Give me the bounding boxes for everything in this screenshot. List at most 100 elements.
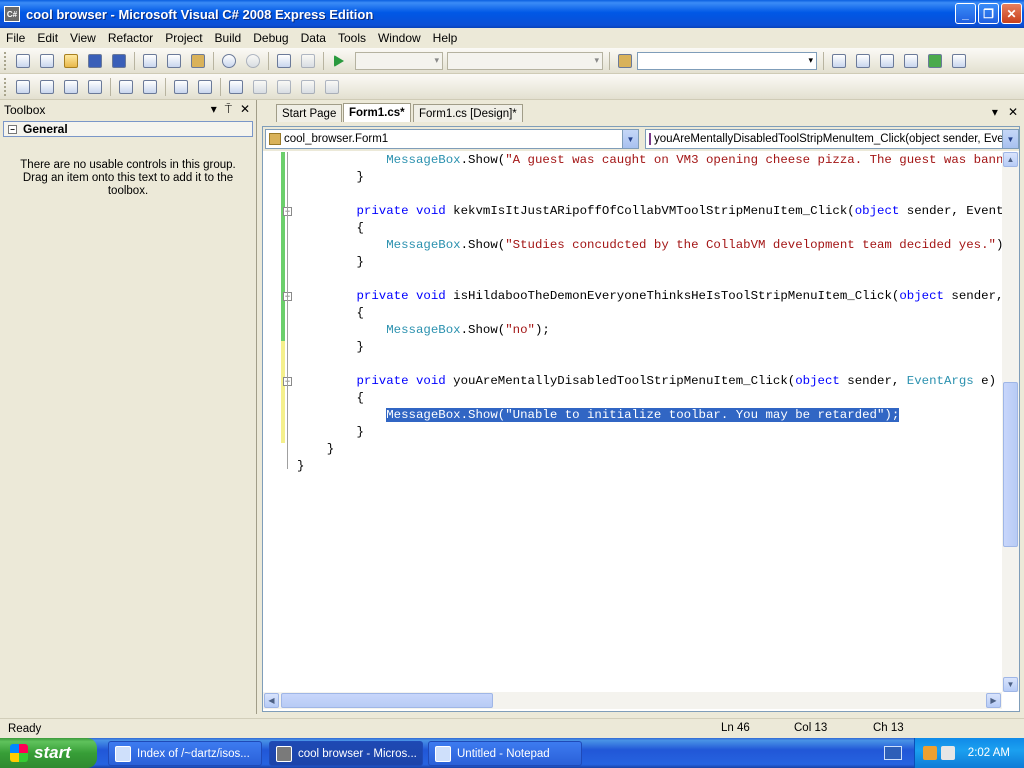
navigate-forward-button[interactable] xyxy=(297,51,319,71)
increase-indent-button[interactable] xyxy=(139,77,161,97)
window-position-dropdown-icon[interactable]: ▾ xyxy=(211,102,217,117)
clock[interactable]: 2:02 AM xyxy=(968,747,1010,759)
horizontal-scrollbar[interactable]: ◀ ▶ xyxy=(263,692,1002,709)
open-file-button[interactable] xyxy=(60,51,82,71)
keyboard-language-icon[interactable] xyxy=(884,746,902,760)
code-line[interactable]: { xyxy=(297,220,364,237)
toolbar-grip[interactable] xyxy=(4,77,7,96)
menu-refactor[interactable]: Refactor xyxy=(102,31,159,45)
task-visual-csharp[interactable]: cool browser - Micros... xyxy=(269,741,423,766)
solution-platform-combo[interactable]: ▾ xyxy=(447,51,603,70)
uncomment-button[interactable] xyxy=(194,77,216,97)
active-files-dropdown-icon[interactable]: ▾ xyxy=(992,105,998,119)
types-combo[interactable]: cool_browser.Form1 ▼ xyxy=(265,129,639,149)
code-line[interactable]: { xyxy=(297,390,364,407)
copy-button[interactable] xyxy=(163,51,185,71)
code-line[interactable]: MessageBox.Show("no"); xyxy=(297,322,550,339)
scroll-left-icon[interactable]: ◀ xyxy=(264,693,279,708)
menu-data[interactable]: Data xyxy=(295,31,332,45)
tab-form1-design[interactable]: Form1.cs [Design]* xyxy=(413,104,523,122)
code-line[interactable]: private void youAreMentallyDisabledToolS… xyxy=(297,373,997,390)
scroll-right-icon[interactable]: ▶ xyxy=(986,693,1001,708)
previous-bookmark-folder-button[interactable] xyxy=(297,77,319,97)
toolbar-grip[interactable] xyxy=(4,51,7,70)
navigate-backward-button[interactable] xyxy=(273,51,295,71)
code-line[interactable]: } xyxy=(297,458,304,475)
menu-debug[interactable]: Debug xyxy=(247,31,294,45)
volume-icon[interactable] xyxy=(941,746,955,760)
code-line[interactable]: } xyxy=(297,424,364,441)
add-item-button[interactable] xyxy=(36,51,58,71)
minimize-button[interactable]: _ xyxy=(955,3,976,24)
quick-info-button[interactable] xyxy=(60,77,82,97)
next-bookmark-button[interactable] xyxy=(273,77,295,97)
other-windows-button[interactable] xyxy=(948,51,970,71)
code-line[interactable]: private void isHildabooTheDemonEveryoneT… xyxy=(297,288,1003,305)
menu-window[interactable]: Window xyxy=(372,31,427,45)
code-line[interactable]: } xyxy=(297,254,364,271)
horizontal-scroll-thumb[interactable] xyxy=(281,693,493,708)
toggle-bookmark-button[interactable] xyxy=(225,77,247,97)
scroll-up-icon[interactable]: ▲ xyxy=(1003,152,1018,167)
save-button[interactable] xyxy=(84,51,106,71)
menu-tools[interactable]: Tools xyxy=(332,31,372,45)
toolbox-close-icon[interactable]: ✕ xyxy=(240,102,250,117)
undo-button[interactable] xyxy=(218,51,240,71)
vertical-scroll-thumb[interactable] xyxy=(1003,382,1018,547)
start-button[interactable]: start xyxy=(0,738,97,768)
solution-configuration-combo[interactable]: ▾ xyxy=(355,51,443,70)
menu-build[interactable]: Build xyxy=(209,31,248,45)
find-in-files-button[interactable] xyxy=(614,51,636,71)
display-object-member-list-button[interactable] xyxy=(12,77,34,97)
saved-changes-marker xyxy=(281,152,285,350)
menu-project[interactable]: Project xyxy=(159,31,208,45)
task-notepad[interactable]: Untitled - Notepad xyxy=(428,741,582,766)
code-line[interactable]: MessageBox.Show("Unable to initialize to… xyxy=(297,407,900,424)
code-line[interactable]: MessageBox.Show("A guest was caught on V… xyxy=(297,152,1002,169)
menu-view[interactable]: View xyxy=(64,31,102,45)
menu-file[interactable]: File xyxy=(0,31,31,45)
auto-hide-pin-icon[interactable]: ⍑ xyxy=(225,102,232,117)
previous-bookmark-button[interactable] xyxy=(249,77,271,97)
find-combo[interactable]: ▾ xyxy=(637,51,817,70)
code-line[interactable]: { xyxy=(297,305,364,322)
comment-out-button[interactable] xyxy=(170,77,192,97)
cut-button[interactable] xyxy=(139,51,161,71)
properties-button[interactable] xyxy=(852,51,874,71)
code-area[interactable]: MessageBox.Show("A guest was caught on V… xyxy=(263,152,1002,692)
redo-button[interactable] xyxy=(242,51,264,71)
toolbox-button[interactable] xyxy=(900,51,922,71)
clear-bookmarks-button[interactable] xyxy=(321,77,343,97)
solution-explorer-button[interactable] xyxy=(828,51,850,71)
title-bar[interactable]: C# cool browser - Microsoft Visual C# 20… xyxy=(0,0,1024,28)
code-line[interactable]: } xyxy=(297,441,334,458)
parameter-info-button[interactable] xyxy=(36,77,58,97)
members-combo[interactable]: youAreMentallyDisabledToolStripMenuItem_… xyxy=(645,129,1019,149)
new-project-button[interactable] xyxy=(12,51,34,71)
tray-app-icon[interactable] xyxy=(923,746,937,760)
close-document-icon[interactable]: ✕ xyxy=(1008,105,1018,119)
start-page-button[interactable] xyxy=(924,51,946,71)
paste-button[interactable] xyxy=(187,51,209,71)
close-button[interactable]: ✕ xyxy=(1001,3,1022,24)
code-line[interactable]: } xyxy=(297,339,364,356)
task-browser[interactable]: Index of /~dartz/isos... xyxy=(108,741,262,766)
code-line[interactable]: MessageBox.Show("Studies concudcted by t… xyxy=(297,237,1002,254)
toolbox-group-general[interactable]: − General xyxy=(3,121,253,137)
chevron-down-icon[interactable]: ▼ xyxy=(622,130,638,148)
vertical-scrollbar[interactable]: ▲ ▼ xyxy=(1002,152,1019,692)
scroll-down-icon[interactable]: ▼ xyxy=(1003,677,1018,692)
menu-help[interactable]: Help xyxy=(427,31,464,45)
decrease-indent-button[interactable] xyxy=(115,77,137,97)
start-debugging-button[interactable] xyxy=(328,51,350,71)
complete-word-button[interactable] xyxy=(84,77,106,97)
chevron-down-icon[interactable]: ▼ xyxy=(1002,130,1018,148)
maximize-button[interactable]: ❐ xyxy=(978,3,999,24)
code-line[interactable]: } xyxy=(297,169,364,186)
save-all-button[interactable] xyxy=(108,51,130,71)
object-browser-button[interactable] xyxy=(876,51,898,71)
tab-form1-cs[interactable]: Form1.cs* xyxy=(343,103,411,122)
tab-start-page[interactable]: Start Page xyxy=(276,104,343,122)
code-line[interactable]: private void kekvmIsItJustARipoffOfColla… xyxy=(297,203,1003,220)
menu-edit[interactable]: Edit xyxy=(31,31,64,45)
